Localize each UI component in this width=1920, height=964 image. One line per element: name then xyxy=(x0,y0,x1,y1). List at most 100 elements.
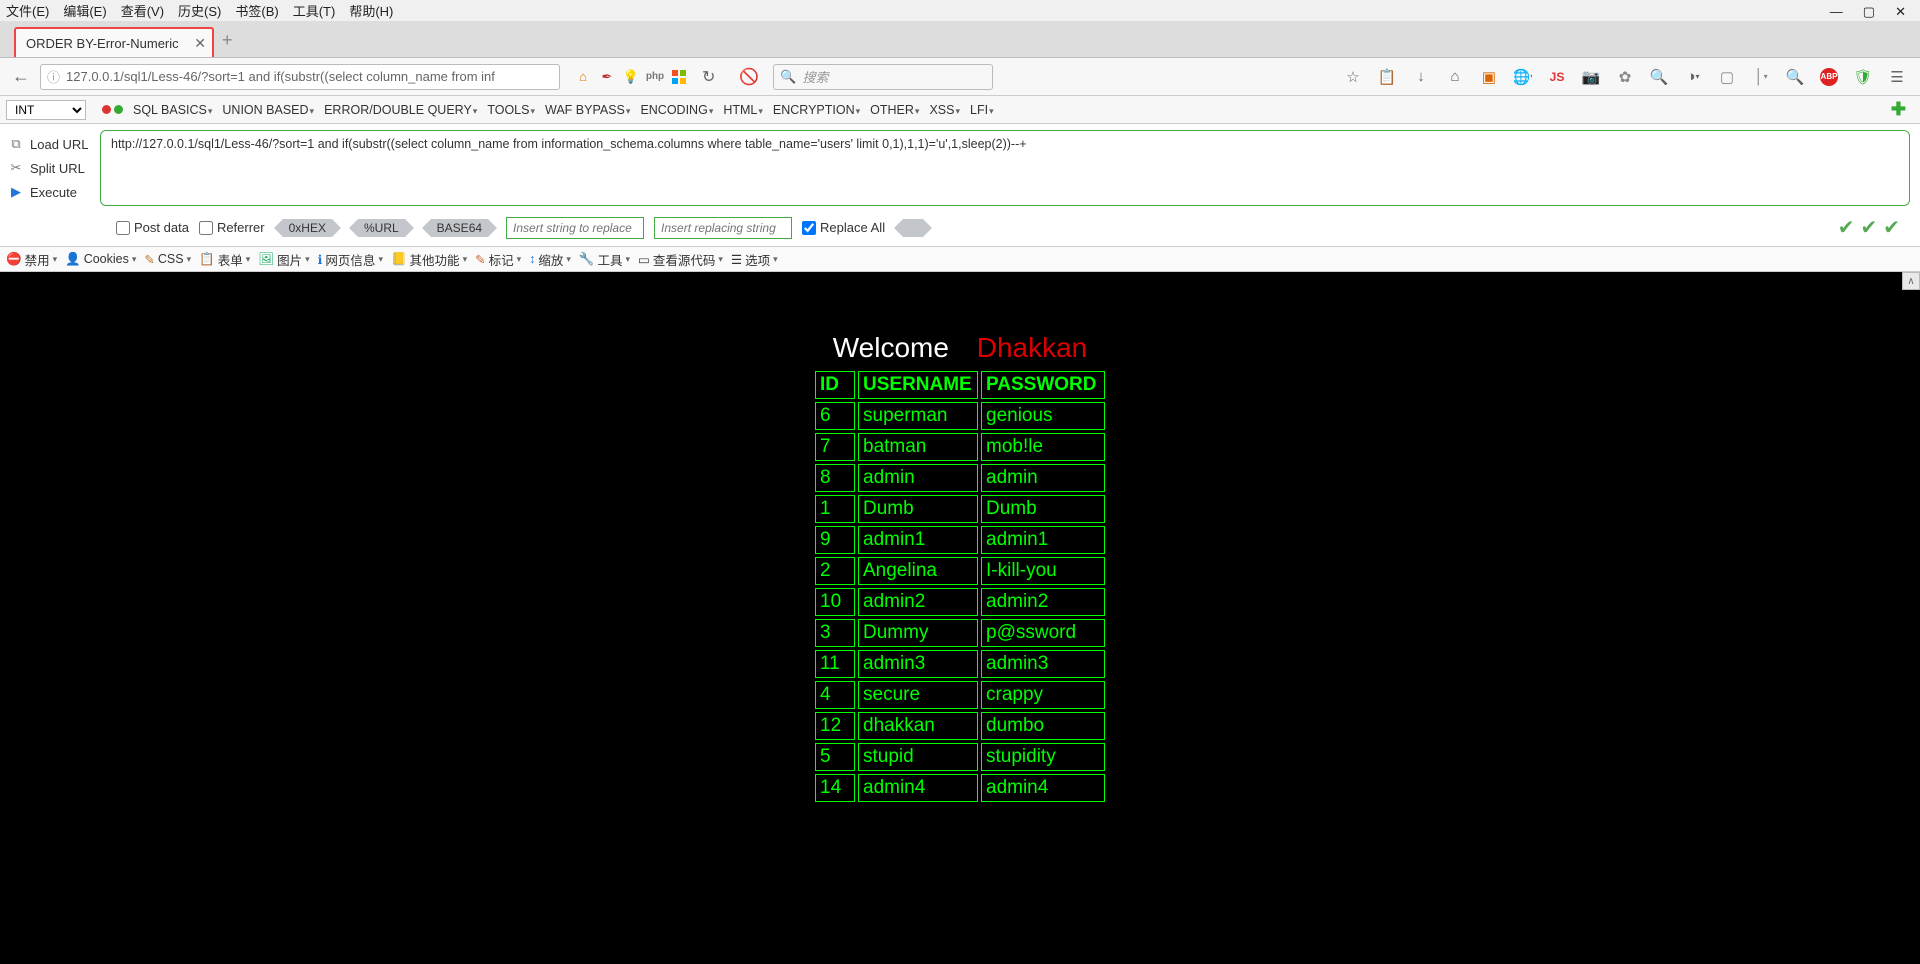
menu-tools[interactable]: 工具(T) xyxy=(293,1,336,20)
error-query-menu[interactable]: ERROR/DOUBLE QUERY▾ xyxy=(324,103,477,117)
replace-run-button[interactable] xyxy=(895,219,931,237)
menu-history[interactable]: 历史(S) xyxy=(178,1,221,20)
menu-file[interactable]: 文件(E) xyxy=(6,1,49,20)
forms-menu[interactable]: 📋表单▾ xyxy=(199,250,250,269)
info-icon[interactable]: ⓘ xyxy=(47,67,60,86)
square-icon[interactable]: ▢ xyxy=(1718,68,1736,86)
execute-button[interactable]: ▶ Execute xyxy=(0,180,100,204)
abp-icon[interactable]: ABP xyxy=(1820,68,1838,86)
lfi-menu[interactable]: LFI▾ xyxy=(970,103,994,117)
maximize-button[interactable]: ▢ xyxy=(1863,4,1875,20)
magnify-icon[interactable]: 🔍 xyxy=(1650,68,1668,86)
cell-password: admin3 xyxy=(981,650,1105,678)
hackbar-side: ⧉ Load URL ✂ Split URL ▶ Execute xyxy=(0,124,100,212)
sql-basics-menu[interactable]: SQL BASICS▾ xyxy=(133,103,212,117)
ms-icon[interactable] xyxy=(670,68,688,86)
clipboard-icon[interactable]: 📋 xyxy=(1378,68,1396,86)
minimize-button[interactable]: — xyxy=(1830,4,1843,20)
html-menu[interactable]: HTML▾ xyxy=(723,103,763,117)
lamp-icon[interactable]: 💡 xyxy=(622,68,640,86)
download-icon[interactable]: ↓ xyxy=(1412,68,1430,86)
paw-icon[interactable]: ✿ xyxy=(1616,68,1634,86)
close-window-button[interactable]: ✕ xyxy=(1895,4,1906,20)
bookmark-star-icon[interactable]: ☆ xyxy=(1344,68,1362,86)
xss-menu[interactable]: XSS▾ xyxy=(929,103,960,117)
dropdown-icon[interactable]: ◑▾ xyxy=(1684,68,1702,86)
search-input[interactable]: 🔍 搜索 xyxy=(773,64,993,90)
post-data-checkbox[interactable]: Post data xyxy=(116,220,189,235)
waf-bypass-menu[interactable]: WAF BYPASS▾ xyxy=(545,103,630,117)
menu-help[interactable]: 帮助(H) xyxy=(349,1,393,20)
cell-password: genious xyxy=(981,402,1105,430)
int-dropdown[interactable]: INT xyxy=(6,100,86,120)
home-icon[interactable]: ⌂ xyxy=(574,68,592,86)
encryption-menu[interactable]: ENCRYPTION▾ xyxy=(773,103,860,117)
cell-id: 5 xyxy=(815,743,855,771)
home2-icon[interactable]: ⌂ xyxy=(1446,68,1464,86)
options-split-icon[interactable]: │▾ xyxy=(1752,68,1770,86)
options-menu-dev[interactable]: ☰选项▾ xyxy=(731,250,778,269)
hex-button[interactable]: 0xHEX xyxy=(275,219,340,237)
zoom-icon[interactable]: 🔍 xyxy=(1786,68,1804,86)
css-menu[interactable]: ✎CSS▾ xyxy=(144,252,191,267)
wave-icon[interactable]: 📷 xyxy=(1582,68,1600,86)
table-row: 8adminadmin xyxy=(815,464,1105,492)
welcome-heading: Welcome Dhakkan xyxy=(0,332,1920,364)
disable-menu[interactable]: ⛔禁用▾ xyxy=(6,250,57,269)
zoom-menu[interactable]: ↕缩放▾ xyxy=(529,250,571,269)
replace-target-input[interactable] xyxy=(654,217,792,239)
other-menu[interactable]: OTHER▾ xyxy=(870,103,919,117)
table-row: 9admin1admin1 xyxy=(815,526,1105,554)
load-url-button[interactable]: ⧉ Load URL xyxy=(0,132,100,156)
cell-username: dhakkan xyxy=(858,712,978,740)
split-url-label: Split URL xyxy=(30,161,85,176)
hamburger-icon[interactable]: ☰ xyxy=(1888,68,1906,86)
replace-all-checkbox[interactable]: Replace All xyxy=(802,220,885,235)
new-tab-button[interactable]: + xyxy=(218,30,233,57)
feather-icon[interactable]: ✒ xyxy=(598,68,616,86)
close-tab-icon[interactable]: ✕ xyxy=(194,35,206,52)
os-menubar[interactable]: 文件(E) 编辑(E) 查看(V) 历史(S) 书签(B) 工具(T) 帮助(H… xyxy=(0,0,1920,22)
menu-edit[interactable]: 编辑(E) xyxy=(63,1,106,20)
menu-view[interactable]: 查看(V) xyxy=(121,1,164,20)
tools-menu[interactable]: TOOLS▾ xyxy=(487,103,535,117)
cookies-menu[interactable]: 👤Cookies▾ xyxy=(65,252,136,267)
encoding-menu[interactable]: ENCODING▾ xyxy=(640,103,713,117)
replace-source-input[interactable] xyxy=(506,217,644,239)
js-icon[interactable]: JS xyxy=(1548,68,1566,86)
menu-bookmarks[interactable]: 书签(B) xyxy=(235,1,278,20)
firebug-icon[interactable]: ▣ xyxy=(1480,68,1498,86)
php-icon[interactable]: php xyxy=(646,68,664,86)
images-menu[interactable]: 🖼图片▾ xyxy=(258,250,309,269)
right-toolbar-icons: ☆ 📋 ↓ ⌂ ▣ 🌐▾ JS 📷 ✿ 🔍 ◑▾ ▢ │▾ 🔍 ABP 🛡 ☰ xyxy=(1344,68,1912,86)
referrer-checkbox[interactable]: Referrer xyxy=(199,220,265,235)
pageinfo-menu[interactable]: ℹ网页信息▾ xyxy=(318,250,383,269)
referrer-label: Referrer xyxy=(217,220,265,235)
table-row: 2AngelinaI-kill-you xyxy=(815,557,1105,585)
union-based-menu[interactable]: UNION BASED▾ xyxy=(222,103,314,117)
base64-button[interactable]: BASE64 xyxy=(423,219,496,237)
noscript-icon[interactable]: 🚫 xyxy=(739,67,759,87)
url-button[interactable]: %URL xyxy=(350,219,413,237)
scroll-up-stub[interactable]: ∧ xyxy=(1902,272,1920,290)
browser-tab[interactable]: ORDER BY-Error-Numeric ✕ xyxy=(14,27,214,57)
sql-toolbar: INT SQL BASICS▾ UNION BASED▾ ERROR/DOUBL… xyxy=(0,96,1920,124)
viewsource-menu[interactable]: ▭查看源代码▾ xyxy=(638,250,723,269)
cell-id: 11 xyxy=(815,650,855,678)
dhakkan-text: Dhakkan xyxy=(977,332,1088,363)
back-button[interactable]: ← xyxy=(8,64,34,90)
add-button[interactable]: ✚ xyxy=(1891,99,1914,120)
globe-icon[interactable]: 🌐▾ xyxy=(1514,68,1532,86)
url-field[interactable]: ⓘ 127.0.0.1/sql1/Less-46/?sort=1 and if(… xyxy=(40,64,560,90)
hackbar-url-input[interactable]: http://127.0.0.1/sql1/Less-46/?sort=1 an… xyxy=(100,130,1910,206)
check3-icon: ✔ xyxy=(1883,215,1900,240)
other-menu-dev[interactable]: 📒其他功能▾ xyxy=(391,250,467,269)
tools-menu-dev[interactable]: 🔧工具▾ xyxy=(579,250,630,269)
split-url-button[interactable]: ✂ Split URL xyxy=(0,156,100,180)
cell-password: mob!le xyxy=(981,433,1105,461)
cell-password: p@ssword xyxy=(981,619,1105,647)
mark-menu[interactable]: ✎标记▾ xyxy=(475,250,521,269)
shield-icon[interactable]: 🛡 xyxy=(1854,68,1872,86)
reload-button[interactable]: ↻ xyxy=(702,67,715,87)
cell-username: Dumb xyxy=(858,495,978,523)
